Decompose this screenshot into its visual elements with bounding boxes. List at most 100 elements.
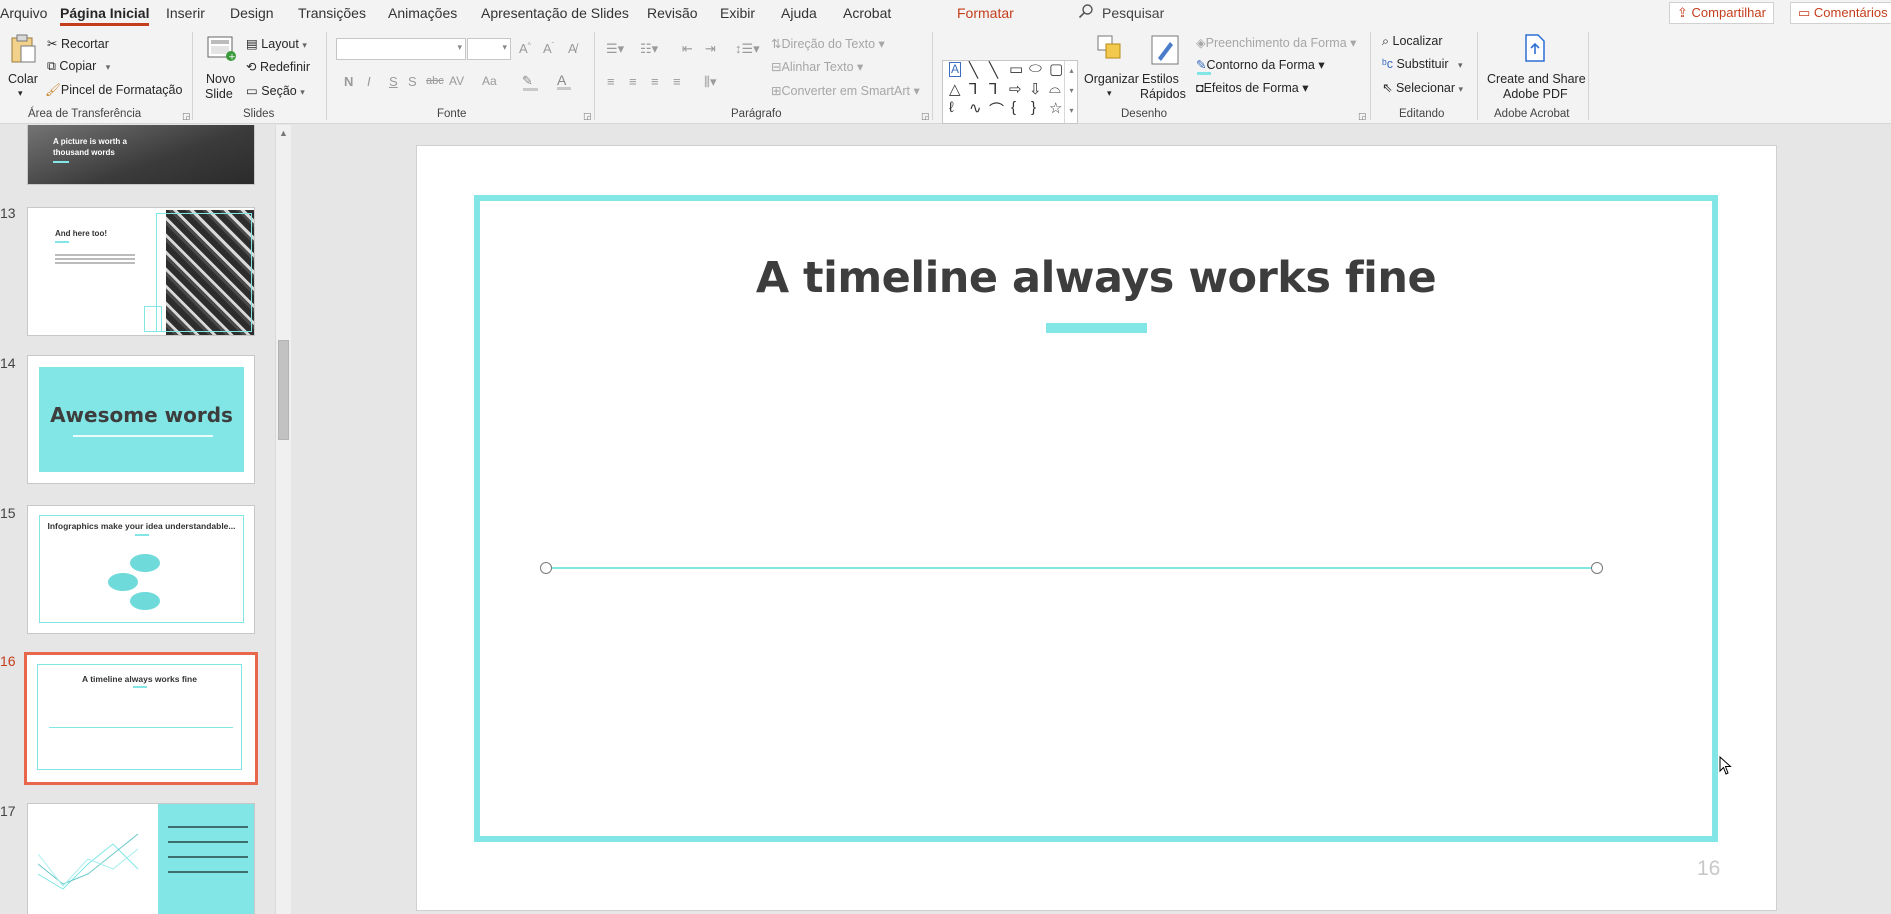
tab-arquivo[interactable]: Arquivo <box>0 0 47 26</box>
title-accent-bar[interactable] <box>1046 323 1147 333</box>
shapes-gallery[interactable]: A ╲ ╲ ▭ ⬭ ▢ △ ⅂ ⅂ ⇨ ⇩ ⌓ ℓ ∿ ⌒ { } ☆ ▴ ▾ ▾ <box>942 60 1078 124</box>
comments-button[interactable]: ▭ Comentários <box>1790 2 1891 24</box>
align-text-button[interactable]: ⊟Alinhar Texto ▾ <box>771 59 863 74</box>
tab-formatar[interactable]: Formatar <box>957 0 1014 26</box>
shadow-button[interactable]: S <box>408 74 417 89</box>
new-slide-button[interactable]: + Novo Slide <box>203 32 243 104</box>
tab-ajuda[interactable]: Ajuda <box>781 0 817 26</box>
shrink-font-icon[interactable]: Aˇ <box>543 41 554 56</box>
copy-button[interactable]: ⧉ Copiar ▾ <box>47 59 110 74</box>
bold-button[interactable]: N <box>344 74 353 89</box>
slide-thumbnail-13[interactable]: And here too! <box>27 207 255 336</box>
underline-button[interactable]: S <box>389 74 398 89</box>
share-button[interactable]: ⇪ Compartilhar <box>1669 2 1774 24</box>
highlight-icon[interactable]: ✎ <box>522 73 542 91</box>
star-shape-icon[interactable]: ☆ <box>1049 99 1062 117</box>
italic-button[interactable]: I <box>367 74 371 89</box>
quick-styles-button[interactable]: Estilos Rápidos <box>1138 32 1194 104</box>
align-right-icon[interactable]: ≡ <box>651 74 659 89</box>
freeform-shape-icon[interactable]: ℓ <box>949 99 954 116</box>
line-end-handle[interactable] <box>1591 562 1603 574</box>
group-separator <box>594 32 595 120</box>
clipboard-launcher-icon[interactable]: ◲ <box>182 111 191 122</box>
slide-thumbnail-14[interactable]: Awesome words <box>27 355 255 484</box>
tab-transicoes[interactable]: Transições <box>298 0 366 26</box>
tab-revisao[interactable]: Revisão <box>647 0 698 26</box>
left-brace-shape-icon[interactable]: { <box>1011 99 1016 116</box>
shape-fill-button[interactable]: ◈Preenchimento da Forma ▾ <box>1196 35 1356 50</box>
font-launcher-icon[interactable]: ◲ <box>583 111 592 122</box>
callout-shape-icon[interactable]: ⌓ <box>1049 80 1061 97</box>
arrange-button[interactable]: Organizar ▾ <box>1082 32 1139 104</box>
scrollbar-thumb[interactable] <box>278 340 289 440</box>
right-arrow-shape-icon[interactable]: ⇨ <box>1009 80 1022 98</box>
slide-thumbnail-15[interactable]: Infographics make your idea understandab… <box>27 505 255 634</box>
change-case-button[interactable]: Aa <box>482 74 497 88</box>
find-button[interactable]: ⌕ Localizar <box>1382 34 1443 49</box>
increase-indent-icon[interactable]: ⇥ <box>705 41 716 57</box>
tab-exibir[interactable]: Exibir <box>720 0 755 26</box>
convert-smartart-button[interactable]: ⊞Converter em SmartArt ▾ <box>771 83 920 98</box>
elbow-connector-shape-icon[interactable]: ⅂ <box>969 80 977 98</box>
grow-font-icon[interactable]: A^ <box>519 41 531 56</box>
tab-apresentacao[interactable]: Apresentação de Slides <box>481 0 629 26</box>
slide-thumbnail-17[interactable] <box>27 803 255 914</box>
line-spacing-icon[interactable]: ↕☰▾ <box>735 41 760 57</box>
paint-bucket-icon: ◈ <box>1196 36 1206 50</box>
textbox-shape-icon[interactable]: A <box>949 62 962 77</box>
font-name-combo[interactable] <box>336 38 466 60</box>
decrease-indent-icon[interactable]: ⇤ <box>682 41 693 57</box>
shape-effects-button[interactable]: ◘Efeitos de Forma ▾ <box>1196 80 1309 95</box>
tab-design[interactable]: Design <box>230 0 274 26</box>
cut-button[interactable]: ✂ Recortar <box>47 36 109 51</box>
create-share-pdf-button[interactable]: Create and Share Adobe PDF <box>1484 32 1586 104</box>
shape-outline-button[interactable]: ✎Contorno da Forma ▾ <box>1196 57 1325 72</box>
scroll-up-icon[interactable]: ▲ <box>279 128 288 138</box>
line-start-handle[interactable] <box>540 562 552 574</box>
search-box[interactable]: Pesquisar <box>1078 0 1164 26</box>
right-brace-shape-icon[interactable]: } <box>1031 99 1036 116</box>
rounded-rect-shape-icon[interactable]: ▢ <box>1049 60 1063 78</box>
align-center-icon[interactable]: ≡ <box>629 74 637 89</box>
tab-inserir[interactable]: Inserir <box>166 0 205 26</box>
font-color-icon[interactable]: A <box>557 72 577 92</box>
arc-shape-icon[interactable]: ⌒ <box>989 99 1004 120</box>
numbering-icon[interactable]: ☷▾ <box>640 41 658 57</box>
timeline-line[interactable] <box>546 567 1597 569</box>
justify-icon[interactable]: ≡ <box>673 74 681 89</box>
font-size-combo[interactable] <box>467 38 511 60</box>
rectangle-shape-icon[interactable]: ▭ <box>1009 60 1023 78</box>
arrow-line-shape-icon[interactable]: ╲ <box>989 61 998 79</box>
curve-shape-icon[interactable]: ∿ <box>969 99 982 117</box>
columns-icon[interactable]: ⫼▾ <box>704 74 717 90</box>
slide-thumbnail-16[interactable]: A timeline always works fine <box>24 652 258 785</box>
oval-shape-icon[interactable]: ⬭ <box>1029 60 1042 77</box>
tab-animacoes[interactable]: Animações <box>388 0 457 26</box>
char-spacing-button[interactable]: AV <box>449 74 464 88</box>
bullets-icon[interactable]: ☰▾ <box>606 41 624 57</box>
connector-shape-icon[interactable]: ⅂ <box>989 80 997 98</box>
paragraph-launcher-icon[interactable]: ◲ <box>921 111 930 122</box>
line-shape-icon[interactable]: ╲ <box>969 61 978 79</box>
clear-format-icon[interactable]: A̸ <box>568 41 577 56</box>
text-direction-icon: ⇅ <box>771 37 782 51</box>
reset-button[interactable]: ⟲ Redefinir <box>246 59 310 74</box>
replace-button[interactable]: ᵇc Substituir ▾ <box>1382 57 1463 71</box>
paste-button[interactable]: Colar ▾ <box>4 32 40 102</box>
align-left-icon[interactable]: ≡ <box>607 74 615 89</box>
slide-title[interactable]: A timeline always works fine <box>474 253 1718 303</box>
layout-button[interactable]: ▤ Layout ▾ <box>246 36 307 51</box>
format-painter-button[interactable]: 🖌Pincel de Formatação <box>45 83 182 98</box>
tab-acrobat[interactable]: Acrobat <box>843 0 891 26</box>
drawing-launcher-icon[interactable]: ◲ <box>1358 111 1367 122</box>
down-arrow-shape-icon[interactable]: ⇩ <box>1029 80 1042 98</box>
thumbnail-scrollbar[interactable]: ▲ <box>275 125 291 914</box>
triangle-shape-icon[interactable]: △ <box>949 80 961 98</box>
section-button[interactable]: ▭ Seção ▾ <box>246 83 305 98</box>
slide-thumbnail-12[interactable]: A picture is worth a thousand words <box>27 125 255 185</box>
tab-pagina-inicial[interactable]: Página Inicial <box>60 0 150 26</box>
shapes-scroll-icon[interactable]: ▴ ▾ ▾ <box>1064 61 1078 123</box>
strikethrough-button[interactable]: abc <box>426 75 444 87</box>
text-direction-button[interactable]: ⇅Direção do Texto ▾ <box>771 36 885 51</box>
select-button[interactable]: ⇖ Selecionar ▾ <box>1382 80 1463 95</box>
